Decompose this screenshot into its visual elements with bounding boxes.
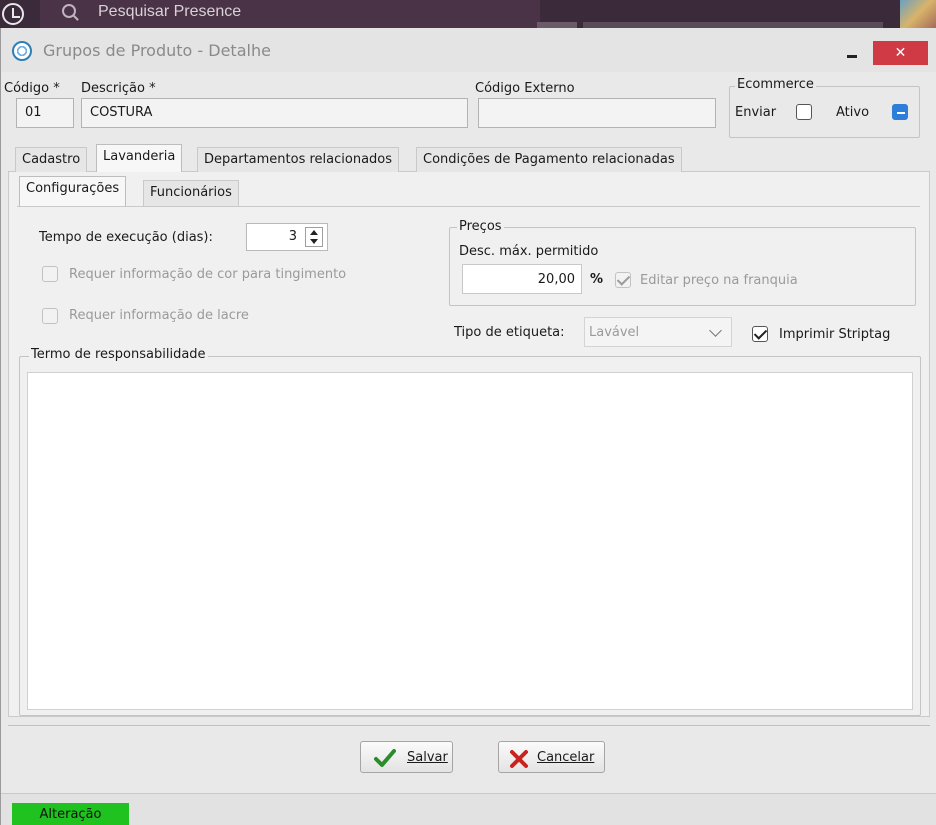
cancel-button[interactable]: Cancelar xyxy=(498,741,605,773)
requer-lacre-label: Requer informação de lacre xyxy=(69,308,249,323)
save-button-label: Salvar xyxy=(407,750,448,765)
title-bar: Grupos de Produto - Detalhe ✕ xyxy=(1,28,936,72)
editar-preco-checkbox[interactable] xyxy=(615,272,631,288)
tab-departamentos[interactable]: Departamentos relacionados xyxy=(197,147,400,173)
enviar-label: Enviar xyxy=(735,105,777,120)
taskbar: Pesquisar Presence xyxy=(0,0,936,28)
ecommerce-title: Ecommerce xyxy=(735,77,816,92)
app-icon xyxy=(12,41,32,61)
status-badge: Alteração xyxy=(12,803,129,825)
status-bar: Alteração xyxy=(1,793,936,825)
descricao-label: Descrição * xyxy=(81,81,156,96)
close-button[interactable]: ✕ xyxy=(873,41,928,65)
ativo-label: Ativo xyxy=(836,105,870,120)
chevron-down-icon[interactable] xyxy=(709,324,722,337)
tab-funcionarios[interactable]: Funcionários xyxy=(143,180,239,206)
codigo-externo-label: Código Externo xyxy=(475,81,575,96)
requer-lacre-checkbox[interactable] xyxy=(42,308,58,324)
spin-up-icon[interactable] xyxy=(310,230,318,235)
tempo-execucao-label: Tempo de execução (dias): xyxy=(39,230,213,245)
subtabs-baseline xyxy=(17,206,920,207)
desc-max-field[interactable]: 20,00 xyxy=(462,264,582,294)
imprimir-striptag-checkbox[interactable] xyxy=(752,326,768,342)
descricao-field[interactable]: COSTURA xyxy=(81,98,468,128)
enviar-checkbox[interactable] xyxy=(796,104,812,120)
spinner-arrows[interactable] xyxy=(305,227,323,247)
tipo-etiqueta-value[interactable]: Lavável xyxy=(589,325,639,340)
codigo-externo-field[interactable] xyxy=(478,98,716,128)
tipo-etiqueta-label: Tipo de etiqueta: xyxy=(454,325,565,340)
desc-max-label: Desc. máx. permitido xyxy=(459,244,599,259)
avatar[interactable] xyxy=(900,0,936,28)
minimize-button[interactable] xyxy=(839,42,867,64)
ativo-checkbox[interactable] xyxy=(892,104,908,120)
window-title: Grupos de Produto - Detalhe xyxy=(43,41,271,60)
precos-title: Preços xyxy=(457,219,504,234)
save-button[interactable]: Salvar xyxy=(360,741,453,773)
codigo-field[interactable]: 01 xyxy=(16,98,74,128)
percent-label: % xyxy=(590,272,604,287)
requer-cor-checkbox[interactable] xyxy=(42,266,58,282)
termo-title: Termo de responsabilidade xyxy=(29,347,208,362)
cancel-x-icon xyxy=(510,750,528,768)
product-group-window: Grupos de Produto - Detalhe ✕ Código * 0… xyxy=(0,28,936,825)
footer-divider xyxy=(8,725,930,726)
tab-cadastro[interactable]: Cadastro xyxy=(15,147,88,173)
taskbar-search-placeholder[interactable]: Pesquisar Presence xyxy=(98,3,241,21)
tab-configuracoes[interactable]: Configurações xyxy=(19,176,127,206)
desc-max-value[interactable]: 20,00 xyxy=(538,272,575,287)
check-icon xyxy=(374,749,396,767)
imprimir-striptag-label: Imprimir Striptag xyxy=(779,327,891,342)
clock-icon[interactable] xyxy=(2,3,24,25)
tipo-etiqueta-select[interactable]: Lavável xyxy=(584,317,732,347)
codigo-label: Código * xyxy=(4,81,60,96)
editar-preco-label: Editar preço na franquia xyxy=(640,273,798,288)
tab-lavanderia[interactable]: Lavanderia xyxy=(96,144,183,174)
spin-down-icon[interactable] xyxy=(310,239,318,244)
tempo-execucao-value[interactable]: 3 xyxy=(289,229,297,244)
search-icon xyxy=(62,4,76,18)
requer-cor-label: Requer informação de cor para tingimento xyxy=(69,267,347,282)
tempo-execucao-spinner[interactable]: 3 xyxy=(246,223,328,251)
tab-condicoes-pagamento[interactable]: Condições de Pagamento relacionadas xyxy=(416,147,682,173)
cancel-button-label: Cancelar xyxy=(537,750,595,765)
termo-textarea[interactable] xyxy=(27,372,913,710)
